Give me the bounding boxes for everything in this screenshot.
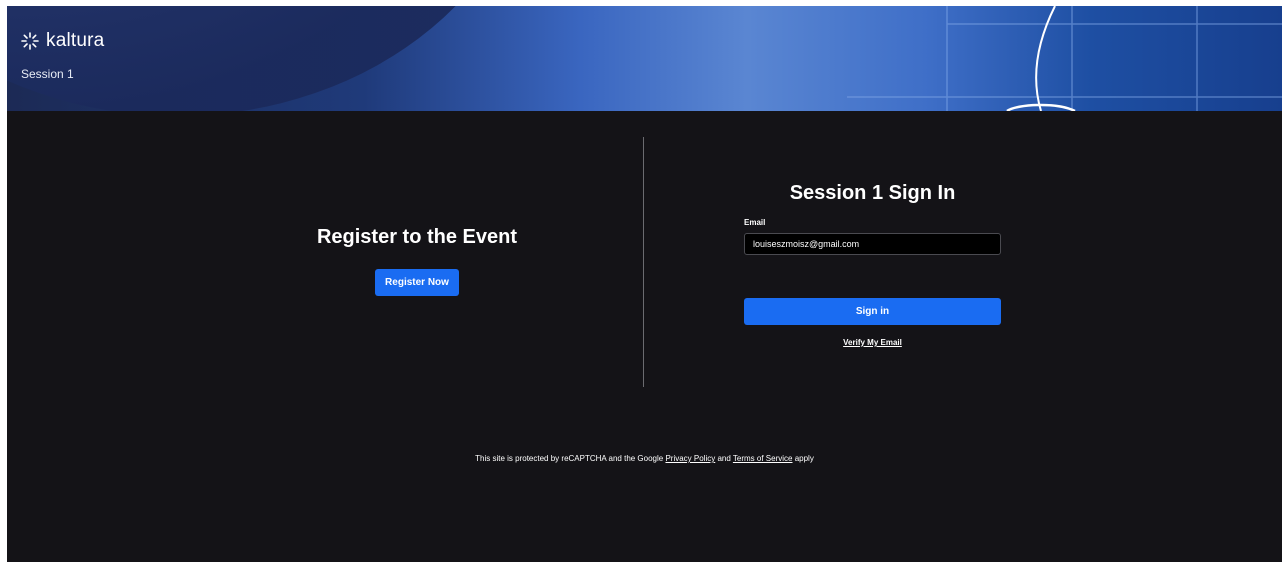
verify-email-link[interactable]: Verify My Email: [744, 338, 1001, 347]
email-label: Email: [744, 218, 766, 227]
register-title: Register to the Event: [316, 226, 518, 248]
logo-text: kaltura: [46, 30, 105, 51]
terms-of-service-link[interactable]: Terms of Service: [733, 454, 793, 463]
footer-middle: and: [715, 454, 733, 463]
page-frame: kaltura Session 1 Register to the Event …: [7, 6, 1282, 562]
footer-suffix: apply: [792, 454, 814, 463]
email-field[interactable]: [744, 233, 1001, 255]
kaltura-sparkle-icon: [21, 32, 39, 50]
banner-decoration: [7, 6, 1282, 111]
signin-title: Session 1 Sign In: [789, 182, 956, 204]
sign-in-button[interactable]: Sign in: [744, 298, 1001, 325]
privacy-policy-link[interactable]: Privacy Policy: [665, 454, 715, 463]
register-panel: Register to the Event Register Now: [247, 226, 587, 296]
kaltura-logo: kaltura: [20, 30, 104, 52]
header-banner: kaltura Session 1: [7, 6, 1282, 111]
event-subtitle: Session 1: [21, 67, 74, 81]
recaptcha-notice: This site is protected by reCAPTCHA and …: [7, 454, 1282, 463]
register-now-button[interactable]: Register Now: [375, 269, 459, 296]
footer-prefix: This site is protected by reCAPTCHA and …: [475, 454, 666, 463]
panel-divider: [643, 137, 644, 387]
signin-panel: Session 1 Sign In Email Sign in Verify M…: [744, 182, 1001, 347]
